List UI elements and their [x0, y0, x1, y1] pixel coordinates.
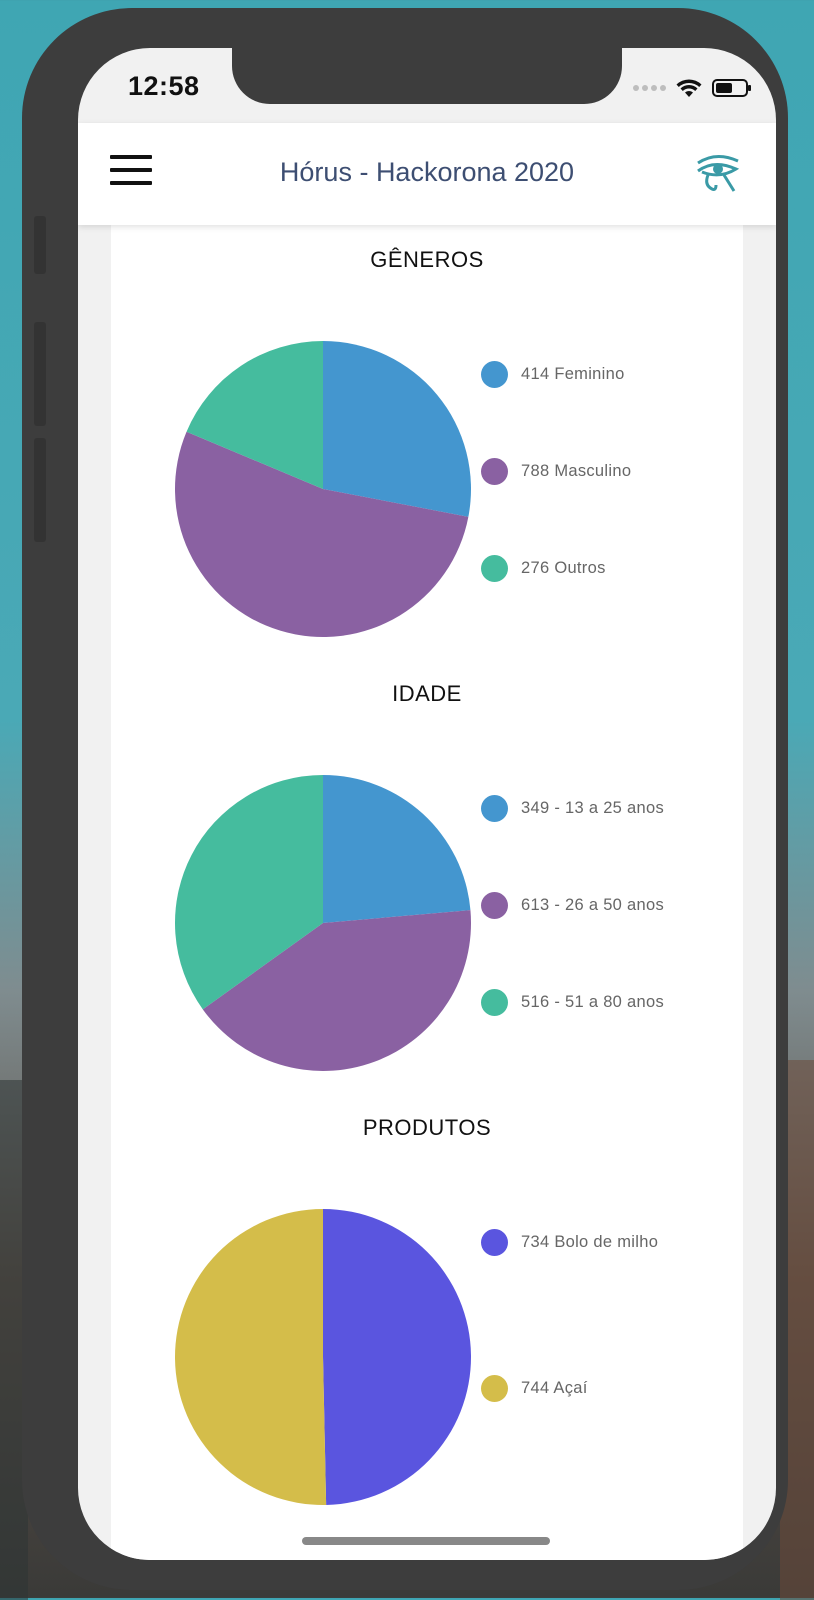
battery-icon	[712, 79, 751, 97]
legend-color-dot	[481, 891, 508, 919]
app-bar: Hórus - Hackorona 2020	[78, 123, 776, 225]
legend-color-dot	[481, 457, 508, 485]
home-indicator	[302, 1537, 550, 1545]
legend-item: 516 - 51 a 80 anos	[481, 987, 673, 1017]
volume-down-button	[34, 438, 46, 542]
pie-chart-idade	[175, 775, 471, 1071]
legend-label: 788 Masculino	[521, 461, 632, 480]
wifi-icon	[676, 79, 702, 97]
legend-produtos: 734 Bolo de milho 744 Açaí	[481, 1207, 673, 1507]
pie-slice	[323, 341, 472, 517]
legend-color-dot	[481, 1228, 508, 1256]
chart-title: IDADE	[392, 681, 462, 706]
status-time: 12:58	[128, 71, 200, 101]
pie-slice	[174, 1209, 327, 1505]
pie-slice	[323, 1209, 471, 1505]
pie-chart-produtos	[174, 1209, 471, 1505]
legend-item: 613 - 26 a 50 anos	[481, 890, 673, 920]
phone-frame: 12:58 Hórus - Hackorona 2020 GÊNEROS 414…	[22, 8, 788, 1590]
legend-item: 788 Masculino	[481, 456, 673, 486]
legend-item: 349 - 13 a 25 anos	[481, 793, 673, 823]
legend-label: 414 Feminino	[521, 364, 625, 383]
charts-card: GÊNEROS 414 Feminino 788 Masculino 276 Out…	[111, 225, 743, 1560]
mute-switch	[34, 216, 46, 274]
legend-label: 734 Bolo de milho	[521, 1232, 659, 1251]
legend-item: 744 Açaí	[481, 1373, 673, 1403]
volume-up-button	[34, 322, 46, 426]
chart-title: PRODUTOS	[362, 1115, 492, 1140]
chart-section-generos: GÊNEROS 414 Feminino 788 Masculino 276 Out…	[111, 225, 743, 655]
legend-label: 613 - 26 a 50 anos	[521, 895, 665, 914]
legend-item: 414 Feminino	[481, 359, 673, 389]
legend-color-dot	[481, 554, 508, 582]
chart-section-produtos: PRODUTOS 734 Bolo de milho 744 Açaí	[111, 1093, 743, 1523]
chart-title: GÊNEROS	[370, 247, 484, 272]
cellular-signal-icon	[633, 85, 666, 91]
legend-label: 276 Outros	[521, 558, 606, 577]
status-icons	[633, 76, 751, 100]
chart-section-idade: IDADE 349 - 13 a 25 anos 613 - 26 a 50 an…	[111, 659, 743, 1089]
legend-color-dot	[481, 360, 508, 388]
phone-screen: 12:58 Hórus - Hackorona 2020 GÊNEROS 414…	[78, 48, 776, 1560]
legend-label: 349 - 13 a 25 anos	[521, 798, 665, 817]
legend-idade: 349 - 13 a 25 anos 613 - 26 a 50 anos 516 …	[481, 773, 673, 1073]
pie-chart-generos	[175, 341, 472, 637]
legend-label: 516 - 51 a 80 anos	[521, 992, 665, 1011]
pie-slice	[323, 775, 471, 923]
legend-color-dot	[481, 1374, 508, 1402]
legend-label: 744 Açaí	[521, 1378, 588, 1397]
legend-color-dot	[481, 988, 508, 1016]
legend-item: 734 Bolo de milho	[481, 1227, 673, 1257]
notch	[232, 48, 622, 104]
legend-generos: 414 Feminino 788 Masculino 276 Outros	[481, 339, 673, 639]
legend-color-dot	[481, 794, 508, 822]
legend-item: 276 Outros	[481, 553, 673, 583]
eye-of-horus-icon[interactable]	[694, 151, 742, 195]
app-title: Hórus - Hackorona 2020	[279, 157, 575, 187]
